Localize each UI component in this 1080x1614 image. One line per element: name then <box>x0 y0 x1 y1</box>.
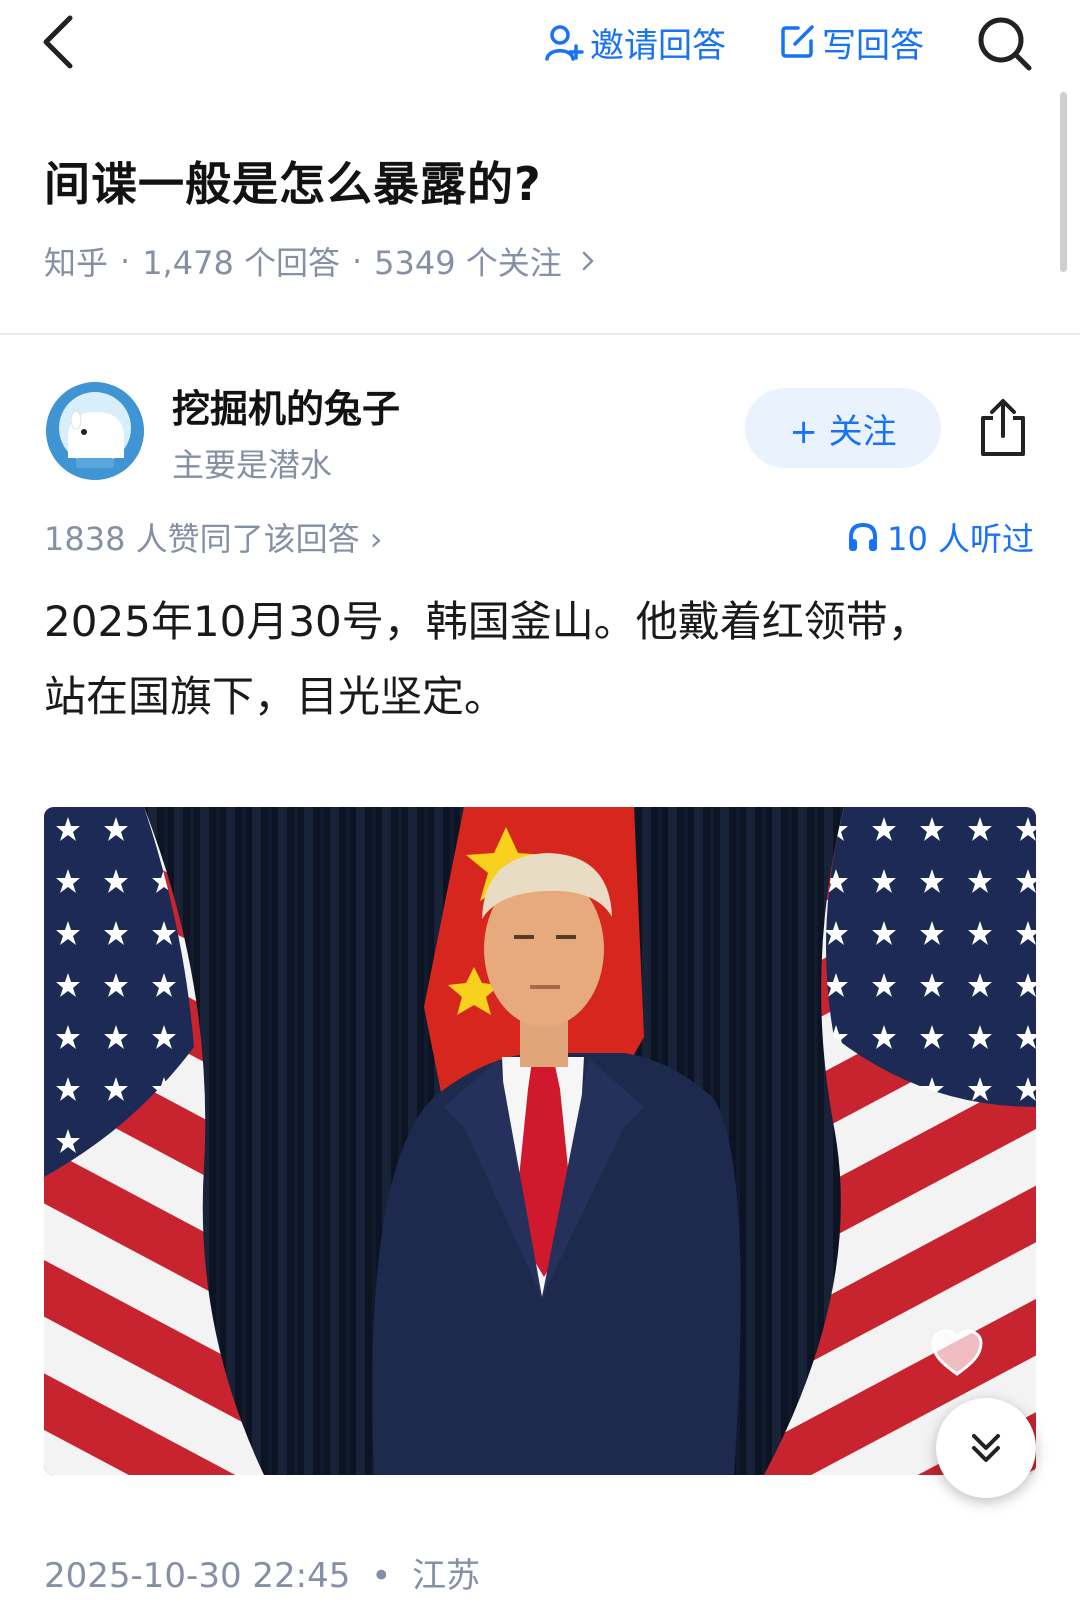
back-icon <box>43 15 73 69</box>
question-title[interactable]: 间谍一般是怎么暴露的? <box>44 148 542 214</box>
source-label: 知乎 <box>44 244 109 282</box>
invite-answer-button[interactable]: 邀请回答 <box>544 16 726 68</box>
separator: · <box>351 242 363 280</box>
share-icon <box>981 399 1025 456</box>
headphone-icon <box>849 522 878 551</box>
answer-photo[interactable] <box>44 807 1036 1475</box>
search-icon <box>978 17 1032 71</box>
divider <box>0 333 1080 335</box>
double-chevron-down-icon <box>972 1434 1000 1462</box>
edit-icon <box>781 25 814 58</box>
author-name[interactable]: 挖掘机的兔子 <box>172 378 400 433</box>
location: 江苏 <box>412 1556 481 1596</box>
separator: · <box>120 242 131 280</box>
add-user-icon <box>545 25 584 61</box>
back-button[interactable] <box>40 14 80 70</box>
avatar-image <box>46 382 144 480</box>
answer-footer-meta: 2025-10-30 22:45 • 江苏 <box>44 1548 480 1597</box>
scrollbar[interactable] <box>1060 92 1067 272</box>
votes-link[interactable]: 1838 人赞同了该回答 › <box>44 514 383 560</box>
collapse-button[interactable] <box>936 1398 1036 1498</box>
top-navigation-bar: 邀请回答 写回答 <box>0 0 1080 90</box>
answers-count: 1,478 个回答 <box>142 244 340 282</box>
share-button[interactable] <box>975 396 1031 460</box>
search-button[interactable] <box>975 14 1033 72</box>
chevron-right-icon <box>582 251 594 271</box>
photo-image <box>44 807 1036 1475</box>
avatar[interactable] <box>46 382 144 480</box>
timestamp: 2025-10-30 22:45 <box>44 1556 351 1596</box>
like-button[interactable] <box>930 1328 984 1378</box>
followers-count: 5349 个关注 <box>374 244 562 282</box>
answer-paragraph-line: 2025年10月30号，韩国釜山。他戴着红领带， <box>44 597 930 646</box>
invite-answer-label: 邀请回答 <box>590 25 726 66</box>
write-answer-button[interactable]: 写回答 <box>778 16 924 68</box>
separator: • <box>371 1556 392 1596</box>
question-meta[interactable]: 知乎 · 1,478 个回答 · 5349 个关注 <box>44 238 602 284</box>
answer-content: 2025年10月30号，韩国釜山。他戴着红领带， 站在国旗下，目光坚定。 <box>44 584 1034 734</box>
listened-count[interactable]: 10 人听过 <box>847 514 1034 560</box>
follow-button[interactable]: + 关注 <box>745 388 941 468</box>
author-bio: 主要是潜水 <box>172 446 333 484</box>
write-answer-label: 写回答 <box>822 25 924 66</box>
heart-icon <box>931 1329 983 1376</box>
listened-label: 10 人听过 <box>887 520 1034 558</box>
answer-paragraph-line: 站在国旗下，目光坚定。 <box>44 672 507 721</box>
